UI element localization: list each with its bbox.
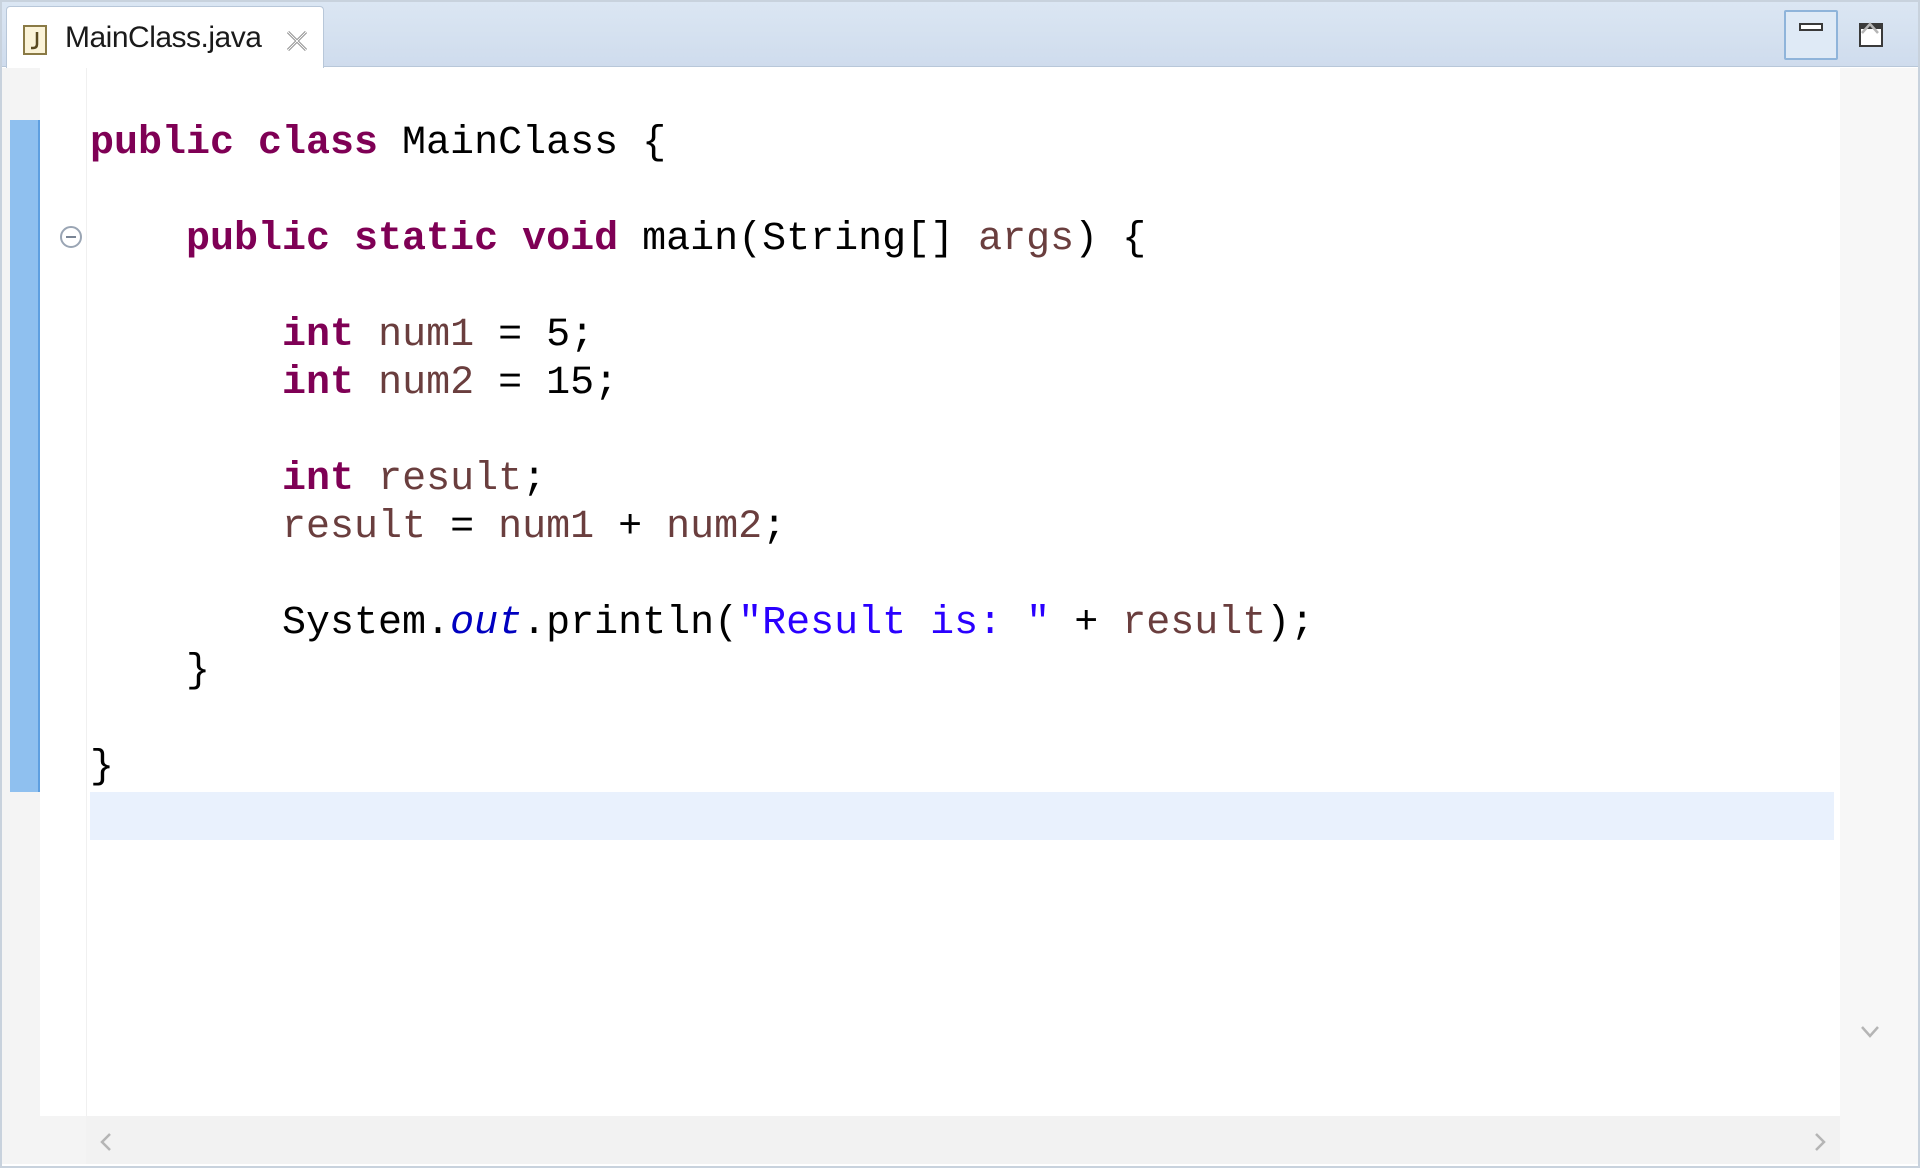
- code-line[interactable]: public static void main(String[] args) {: [90, 216, 1830, 264]
- code-line[interactable]: [90, 264, 1830, 312]
- code-line[interactable]: [90, 408, 1830, 456]
- code-editor[interactable]: public class MainClass { public static v…: [2, 68, 1918, 1116]
- minimize-icon: [1799, 23, 1823, 31]
- code-line[interactable]: [90, 168, 1830, 216]
- code-token: MainClass {: [378, 121, 667, 166]
- chevron-left-icon[interactable]: [94, 1128, 118, 1156]
- code-token: args: [978, 217, 1075, 262]
- code-token: int: [90, 313, 355, 358]
- code-token: = 15;: [474, 361, 619, 406]
- java-file-icon: [23, 25, 47, 55]
- code-token: = 5;: [474, 313, 595, 358]
- editor-tab-bar: MainClass.java: [2, 2, 1918, 70]
- code-token: main(String[]: [618, 217, 979, 262]
- code-token: out: [450, 601, 523, 646]
- code-token: num2: [378, 361, 475, 406]
- code-token: num1: [378, 313, 475, 358]
- code-token: ) {: [1074, 217, 1147, 262]
- code-token: result: [90, 505, 427, 550]
- code-line[interactable]: }: [90, 744, 1830, 792]
- fold-collapse-icon[interactable]: [58, 224, 84, 250]
- code-token: num1: [498, 505, 595, 550]
- code-token: System.: [90, 601, 451, 646]
- tab-mainclass-java[interactable]: MainClass.java: [6, 6, 324, 70]
- code-token: );: [1266, 601, 1315, 646]
- horizontal-scrollbar[interactable]: [86, 1116, 1840, 1164]
- code-line[interactable]: public class MainClass {: [90, 120, 1830, 168]
- vertical-scrollbar[interactable]: [1840, 68, 1918, 1116]
- scrollbar-corner: [1840, 1116, 1918, 1164]
- code-token: "Result is: ": [738, 601, 1051, 646]
- code-line[interactable]: [90, 696, 1830, 744]
- code-token: int: [90, 361, 355, 406]
- bottom-left-filler: [2, 1116, 86, 1164]
- code-token: =: [426, 505, 499, 550]
- code-line[interactable]: int num2 = 15;: [90, 360, 1830, 408]
- code-line[interactable]: [90, 552, 1830, 600]
- code-token: ;: [522, 457, 547, 502]
- code-token: +: [1050, 601, 1123, 646]
- tab-title: MainClass.java: [65, 21, 262, 54]
- editor-window: MainClass.java public class MainClass {…: [0, 0, 1920, 1168]
- code-text-area[interactable]: public class MainClass { public static v…: [90, 120, 1830, 840]
- code-line[interactable]: result = num1 + num2;: [90, 504, 1830, 552]
- code-token: }: [90, 745, 115, 790]
- code-token: .println(: [522, 601, 739, 646]
- code-token: num2: [666, 505, 763, 550]
- code-token: public class: [90, 121, 379, 166]
- code-token: result: [378, 457, 523, 502]
- chevron-down-icon[interactable]: [1856, 1020, 1884, 1044]
- code-line[interactable]: }: [90, 648, 1830, 696]
- code-token: int: [90, 457, 355, 502]
- code-line[interactable]: System.out.println("Result is: " + resul…: [90, 600, 1830, 648]
- code-line[interactable]: int num1 = 5;: [90, 312, 1830, 360]
- chevron-up-icon[interactable]: [1856, 16, 1884, 40]
- code-line[interactable]: [90, 792, 1830, 840]
- code-token: }: [90, 649, 211, 694]
- chevron-right-icon[interactable]: [1808, 1128, 1832, 1156]
- code-line[interactable]: int result;: [90, 456, 1830, 504]
- code-token: result: [1122, 601, 1267, 646]
- quick-diff-change-bar: [10, 120, 40, 792]
- code-token: ;: [762, 505, 787, 550]
- minimize-button[interactable]: [1784, 10, 1838, 60]
- close-icon[interactable]: [283, 27, 311, 55]
- code-token: +: [594, 505, 667, 550]
- code-token: public static void: [90, 217, 619, 262]
